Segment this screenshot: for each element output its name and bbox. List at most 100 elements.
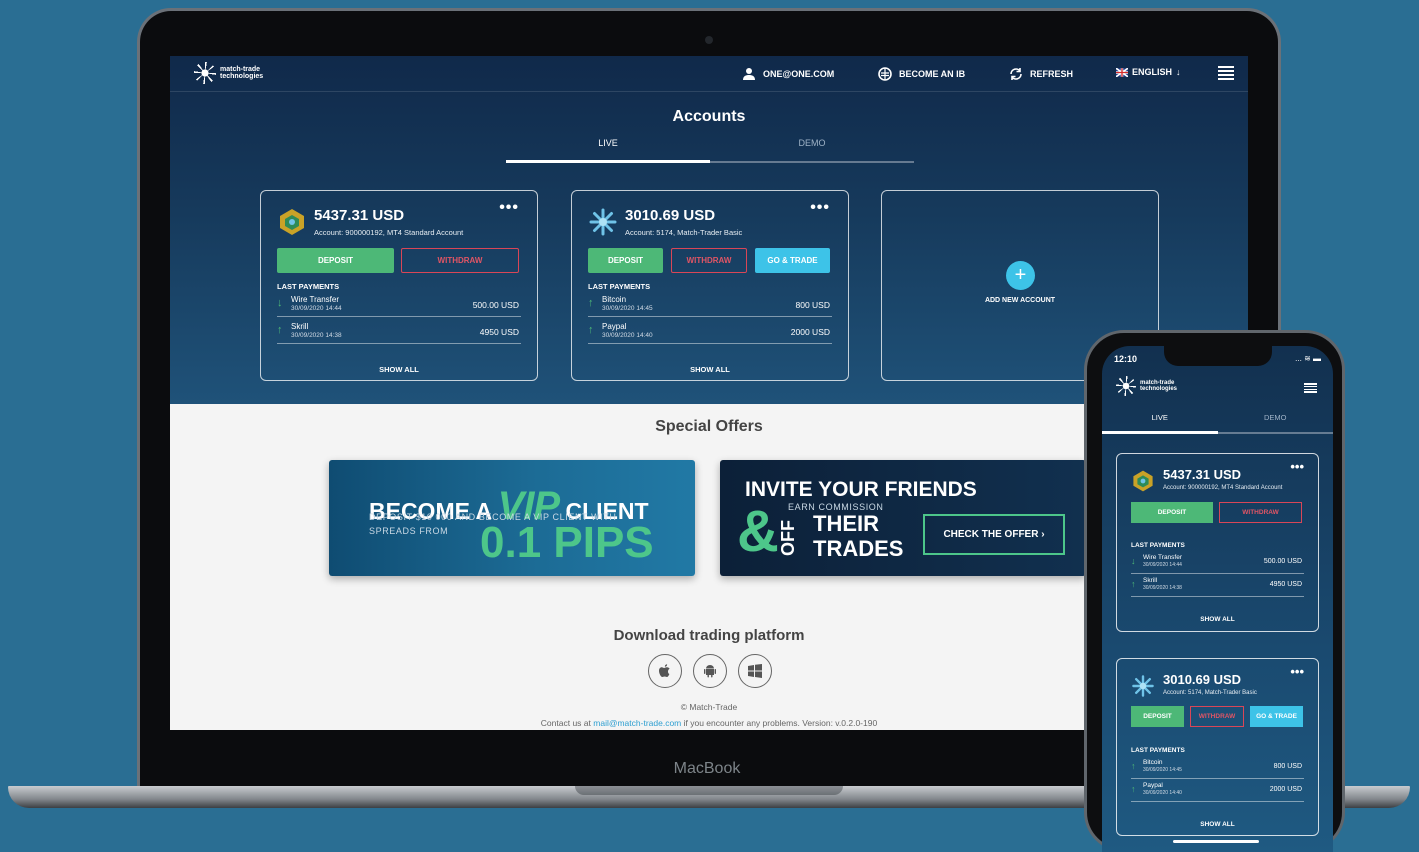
payment-row: ↑ Paypal 30/09/2020 14:40 2000 USD	[588, 322, 832, 344]
payment-name: Skrill	[1143, 577, 1158, 584]
android-download-button[interactable]	[693, 654, 727, 688]
payment-row: ↓ Wire Transfer 30/09/2020 14:44 500.00 …	[1131, 554, 1304, 574]
uk-flag-icon	[1116, 67, 1128, 77]
account-balance: 5437.31 USD	[1163, 467, 1242, 482]
invite-banner[interactable]: INVITE YOUR FRIENDS & OFF EARN COMMISSIO…	[720, 460, 1086, 576]
account-info: Account: 5174, Match-Trader Basic	[1163, 690, 1257, 696]
match-trader-icon	[589, 208, 617, 236]
language-label: ENGLISH	[1132, 67, 1173, 77]
payment-name: Bitcoin	[1143, 759, 1163, 766]
more-options-icon[interactable]: •••	[810, 199, 830, 217]
windows-download-button[interactable]	[738, 654, 772, 688]
show-all-link[interactable]: SHOW ALL	[1117, 821, 1318, 828]
show-all-link[interactable]: SHOW ALL	[261, 365, 537, 374]
user-menu[interactable]: ONE@ONE.COM	[742, 67, 834, 81]
phone-status-icons: ... ≋ ▬	[1295, 354, 1321, 363]
payment-row: ↑ Bitcoin 30/09/2020 14:45 800 USD	[588, 295, 832, 317]
withdraw-button[interactable]: WITHDRAW	[1219, 502, 1302, 523]
check-offer-button[interactable]: CHECK THE OFFER ›	[923, 514, 1065, 555]
menu-icon[interactable]	[1304, 383, 1317, 393]
withdraw-button[interactable]: WITHDRAW	[671, 248, 747, 273]
payment-row: ↓ Wire Transfer 30/09/2020 14:44 500.00 …	[277, 295, 521, 317]
payment-amount: 800 USD	[1273, 763, 1302, 770]
deposit-button[interactable]: DEPOSIT	[277, 248, 394, 273]
language-selector[interactable]: ENGLISH ↓	[1116, 67, 1181, 77]
tab-live[interactable]: LIVE	[1102, 413, 1218, 434]
arrow-down-icon: ↓	[1131, 556, 1136, 566]
payment-row: ↑ Skrill 30/09/2020 14:38 4950 USD	[277, 322, 521, 344]
more-options-icon[interactable]: •••	[1290, 664, 1304, 679]
payment-name: Wire Transfer	[291, 295, 340, 304]
logo-icon	[1116, 376, 1136, 396]
deposit-button[interactable]: DEPOSIT	[1131, 706, 1184, 727]
apple-download-button[interactable]	[648, 654, 682, 688]
go-trade-button[interactable]: GO & TRADE	[755, 248, 830, 273]
mt4-icon	[1133, 470, 1153, 492]
arrow-up-icon: ↑	[1131, 784, 1136, 794]
deposit-button[interactable]: DEPOSIT	[588, 248, 663, 273]
page-title: Accounts	[672, 108, 746, 125]
plus-icon[interactable]: +	[1006, 261, 1035, 290]
accounts-section: match-trade technologies ONE@ONE.COM BEC…	[170, 56, 1248, 404]
phone-account-tabs: LIVE DEMO	[1102, 413, 1333, 434]
become-ib-link[interactable]: BECOME AN IB	[878, 67, 965, 81]
vip-spreads-label: SPREADS FROM	[369, 526, 449, 536]
payment-row: ↑ Skrill 30/09/2020 14:38 4950 USD	[1131, 577, 1304, 597]
payment-date: 30/09/2020 14:44	[291, 305, 342, 312]
refresh-button[interactable]: REFRESH	[1009, 67, 1073, 81]
tab-demo[interactable]: DEMO	[1217, 413, 1333, 434]
payment-amount: 2000 USD	[1269, 786, 1302, 793]
refresh-label: REFRESH	[1030, 69, 1074, 79]
last-payments-title: LAST PAYMENTS	[1131, 542, 1185, 549]
phone-time: 12:10	[1114, 354, 1138, 364]
laptop-hinge	[575, 786, 843, 795]
tab-live[interactable]: LIVE	[506, 138, 710, 163]
phone-brand-logo[interactable]: match-trade technologies	[1116, 376, 1180, 396]
vip-banner[interactable]: BECOME A VIP CLIENT DEPOSIT $10 000 AND …	[329, 460, 695, 576]
show-all-link[interactable]: SHOW ALL	[1117, 616, 1318, 623]
their-trades-label: THEIR TRADES	[813, 511, 904, 561]
macbook-label: MacBook	[673, 760, 741, 777]
account-info: Account: 5174, Match-Trader Basic	[625, 228, 743, 237]
add-account-label: ADD NEW ACCOUNT	[984, 297, 1056, 304]
account-card: 5437.31 USD Account: 900000192, MT4 Stan…	[260, 190, 538, 381]
payment-name: Bitcoin	[602, 295, 627, 304]
phone-screen: 12:10 ... ≋ ▬ match-trade technologies L…	[1102, 346, 1333, 852]
home-indicator	[1173, 840, 1259, 843]
account-balance: 3010.69 USD	[1163, 672, 1242, 687]
go-trade-button[interactable]: GO & TRADE	[1250, 706, 1303, 727]
chevron-down-icon: ↓	[1176, 67, 1181, 77]
account-balance: 3010.69 USD	[625, 207, 716, 224]
user-icon	[743, 68, 755, 80]
withdraw-button[interactable]: WITHDRAW	[1190, 706, 1244, 727]
ampersand-mark: &	[737, 499, 779, 564]
off-label: OFF	[778, 520, 798, 556]
mt4-icon	[280, 209, 304, 235]
payment-row: ↑ Paypal 30/09/2020 14:40 2000 USD	[1131, 782, 1304, 802]
brand-logo[interactable]: match-trade technologies	[194, 62, 266, 84]
last-payments-title: LAST PAYMENTS	[1131, 747, 1185, 754]
email-link[interactable]: mail@match-trade.com	[593, 718, 681, 728]
logo-text: match-trade technologies	[220, 66, 264, 80]
payment-name: Paypal	[602, 322, 627, 331]
deposit-button[interactable]: DEPOSIT	[1131, 502, 1213, 523]
payment-amount: 2000 USD	[790, 327, 830, 337]
account-balance: 5437.31 USD	[314, 207, 405, 224]
menu-icon[interactable]	[1218, 66, 1234, 80]
withdraw-button[interactable]: WITHDRAW	[401, 248, 519, 273]
arrow-down-icon: ↓	[277, 297, 283, 309]
payment-date: 30/09/2020 14:38	[1143, 585, 1182, 591]
payment-amount: 4950 USD	[479, 327, 519, 337]
more-options-icon[interactable]: •••	[1290, 459, 1304, 474]
tab-demo[interactable]: DEMO	[710, 138, 914, 163]
payment-date: 30/09/2020 14:40	[1143, 790, 1182, 796]
arrow-up-icon: ↑	[588, 324, 594, 336]
more-options-icon[interactable]: •••	[499, 199, 519, 217]
arrow-up-icon: ↑	[1131, 579, 1136, 589]
show-all-link[interactable]: SHOW ALL	[572, 365, 848, 374]
match-trader-icon	[1132, 675, 1154, 697]
top-navbar: match-trade technologies ONE@ONE.COM BEC…	[170, 56, 1248, 92]
payment-amount: 500.00 USD	[1263, 558, 1302, 565]
payment-amount: 500.00 USD	[472, 300, 519, 310]
account-card: 3010.69 USD Account: 5174, Match-Trader …	[1116, 658, 1319, 836]
